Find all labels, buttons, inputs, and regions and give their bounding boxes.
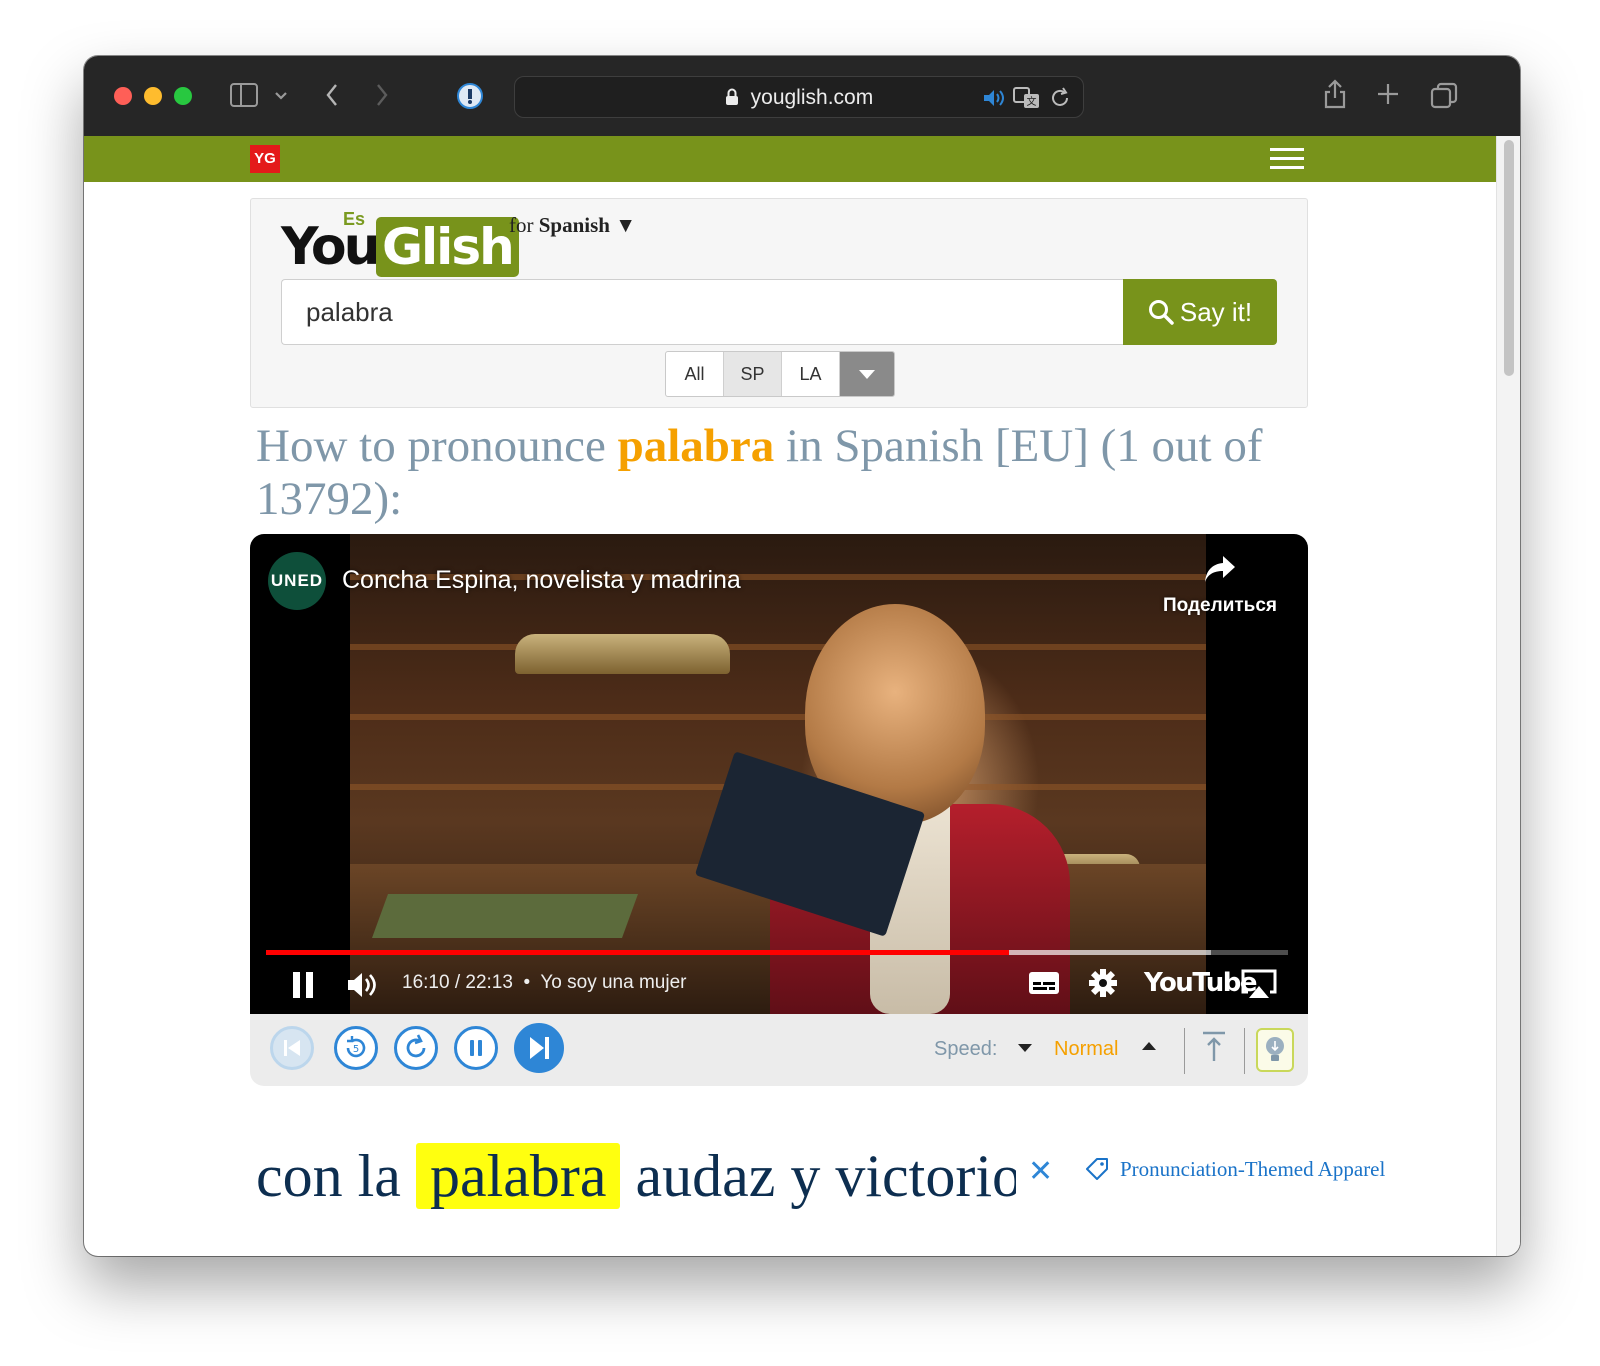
zoom-window-button[interactable]	[174, 87, 192, 105]
airplay-icon[interactable]	[1240, 968, 1278, 1005]
password-extension-icon[interactable]	[456, 82, 484, 114]
say-it-button[interactable]: Say it!	[1123, 279, 1277, 345]
share-arrow-icon	[1205, 556, 1235, 582]
language-name: Spanish	[538, 213, 610, 237]
caption-after: audaz y victoriosa	[635, 1143, 1016, 1209]
reload-icon[interactable]	[1049, 86, 1071, 115]
page-title: How to pronounce palabra in Spanish [EU]…	[256, 420, 1306, 526]
minimize-window-button[interactable]	[144, 87, 162, 105]
close-window-button[interactable]	[114, 87, 132, 105]
speed-decrease-icon[interactable]	[1018, 1044, 1032, 1052]
separator	[1184, 1028, 1185, 1074]
skip-next-icon	[530, 1037, 549, 1059]
volume-icon[interactable]	[346, 970, 380, 1005]
logo-es: Es	[343, 209, 366, 229]
share-label: Поделиться	[1162, 595, 1278, 616]
apparel-link-label: Pronunciation-Themed Apparel	[1120, 1157, 1386, 1181]
site-header: YG	[84, 136, 1496, 182]
close-caption-icon[interactable]: ✕	[1028, 1154, 1053, 1189]
browser-toolbar: youglish.com 文	[84, 56, 1520, 136]
lock-icon	[725, 86, 751, 109]
browser-window: youglish.com 文 YG You Es Glish for Spani…	[84, 56, 1520, 1256]
subtitles-icon[interactable]	[1028, 970, 1060, 1001]
video-player[interactable]: UNED Concha Espina, novelista y madrina …	[250, 534, 1308, 1014]
title-prefix: How to pronounce	[256, 420, 618, 472]
playback-control-bar: 5 Speed: Normal	[250, 1014, 1308, 1086]
share-icon[interactable]	[1322, 78, 1348, 114]
logo-glish: Glish	[376, 217, 519, 277]
speed-increase-icon[interactable]	[1142, 1042, 1156, 1050]
url-text: youglish.com	[750, 86, 874, 109]
scrollbar-thumb[interactable]	[1504, 140, 1514, 376]
next-button[interactable]	[514, 1023, 564, 1073]
new-tab-icon[interactable]	[1376, 82, 1400, 110]
accent-filter-group: All SP LA	[665, 351, 895, 397]
translate-icon[interactable]: 文	[1013, 86, 1041, 115]
replay-button[interactable]	[394, 1026, 438, 1070]
share-button[interactable]: Поделиться	[1150, 554, 1290, 617]
home-badge[interactable]: YG	[250, 145, 280, 173]
search-input[interactable]	[281, 279, 1123, 345]
previous-button[interactable]	[270, 1026, 314, 1070]
apparel-link[interactable]: Pronunciation-Themed Apparel	[1084, 1156, 1385, 1182]
youglish-logo[interactable]: You Es Glish	[281, 209, 541, 281]
skip-back-icon	[284, 1040, 300, 1056]
chevron-down-icon[interactable]	[274, 83, 288, 113]
replay-5-button[interactable]: 5	[334, 1026, 378, 1070]
sidebar-toggle-icon[interactable]	[230, 83, 258, 107]
svg-text:5: 5	[353, 1044, 359, 1055]
progress-played	[266, 950, 1009, 955]
language-selector[interactable]: for Spanish ▼	[509, 213, 636, 238]
caption-highlight[interactable]: palabra	[415, 1143, 621, 1209]
caption-text: con la palabra audaz y victoriosa	[256, 1138, 1016, 1218]
title-keyword: palabra	[617, 420, 775, 472]
tag-icon	[1086, 1158, 1108, 1180]
speed-label: Speed:	[934, 1038, 998, 1060]
tips-button[interactable]	[1256, 1028, 1294, 1072]
video-title[interactable]: Concha Espina, novelista y madrina	[342, 566, 741, 595]
tab-overview-icon[interactable]	[1430, 82, 1458, 114]
channel-logo[interactable]: UNED	[268, 552, 326, 610]
scroll-top-icon[interactable]	[1200, 1030, 1228, 1069]
caption-before: con la	[256, 1143, 401, 1209]
page-scrollbar[interactable]	[1496, 136, 1520, 1256]
video-frame	[350, 534, 1206, 1014]
menu-icon[interactable]	[1270, 148, 1304, 170]
forward-icon[interactable]	[374, 82, 390, 112]
replay-icon	[406, 1034, 426, 1058]
filter-dropdown-button[interactable]	[840, 352, 894, 396]
lightbulb-icon	[1266, 1037, 1284, 1061]
pause-circle-icon	[470, 1040, 482, 1056]
filter-la[interactable]: LA	[782, 352, 840, 396]
chapter-title[interactable]: Yo soy una mujer	[540, 972, 686, 993]
back-icon[interactable]	[324, 82, 340, 112]
settings-gear-icon[interactable]	[1088, 968, 1118, 1003]
separator	[1244, 1028, 1245, 1074]
pause-icon[interactable]	[290, 970, 316, 1005]
replay-5-icon: 5	[346, 1036, 366, 1058]
video-time: 16:10 / 22:13 • Yo soy una mujer	[402, 972, 687, 993]
language-dropdown-icon: ▼	[615, 213, 637, 237]
pause-button[interactable]	[454, 1026, 498, 1070]
say-it-label: Say it!	[1179, 297, 1253, 327]
search-panel: You Es Glish for Spanish ▼ Say it! All S…	[250, 198, 1308, 408]
speaker-icon[interactable]	[981, 86, 1007, 115]
filter-sp[interactable]: SP	[724, 352, 782, 396]
address-bar[interactable]: youglish.com 文	[514, 76, 1084, 118]
video-progress-bar[interactable]	[266, 950, 1288, 955]
speed-value: Normal	[1054, 1038, 1119, 1060]
filter-all[interactable]: All	[666, 352, 724, 396]
svg-text:文: 文	[1027, 95, 1037, 108]
language-prefix: for	[509, 213, 534, 237]
search-icon	[1148, 300, 1174, 325]
time-readout: 16:10 / 22:13	[402, 972, 513, 993]
